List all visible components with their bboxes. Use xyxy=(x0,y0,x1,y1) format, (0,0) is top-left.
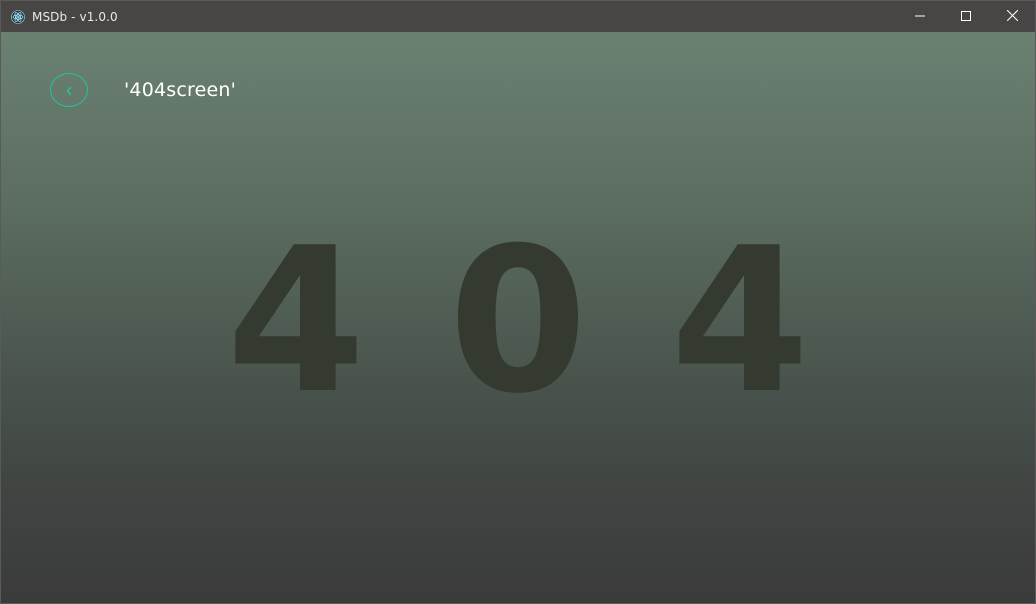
chevron-left-icon xyxy=(65,81,73,100)
window-controls xyxy=(897,1,1035,32)
maximize-button[interactable] xyxy=(943,1,989,32)
app-icon xyxy=(10,9,26,25)
close-button[interactable] xyxy=(989,1,1035,32)
minimize-icon xyxy=(915,10,925,24)
back-button[interactable] xyxy=(50,73,88,107)
maximize-icon xyxy=(961,10,971,24)
error-digit-3: 4 xyxy=(670,205,810,438)
title-bar[interactable]: MSDb - v1.0.0 xyxy=(1,1,1035,32)
minimize-button[interactable] xyxy=(897,1,943,32)
error-digit-2: 0 xyxy=(448,205,588,438)
window-title: MSDb - v1.0.0 xyxy=(32,9,118,24)
page-title: '404screen' xyxy=(124,79,237,101)
error-code: 4 0 4 xyxy=(1,222,1035,422)
app-window: MSDb - v1.0.0 '404screen' 4 0 4 xyxy=(0,0,1036,604)
close-icon xyxy=(1006,9,1018,24)
error-digit-1: 4 xyxy=(226,205,366,438)
main-content: '404screen' 4 0 4 xyxy=(1,32,1035,603)
